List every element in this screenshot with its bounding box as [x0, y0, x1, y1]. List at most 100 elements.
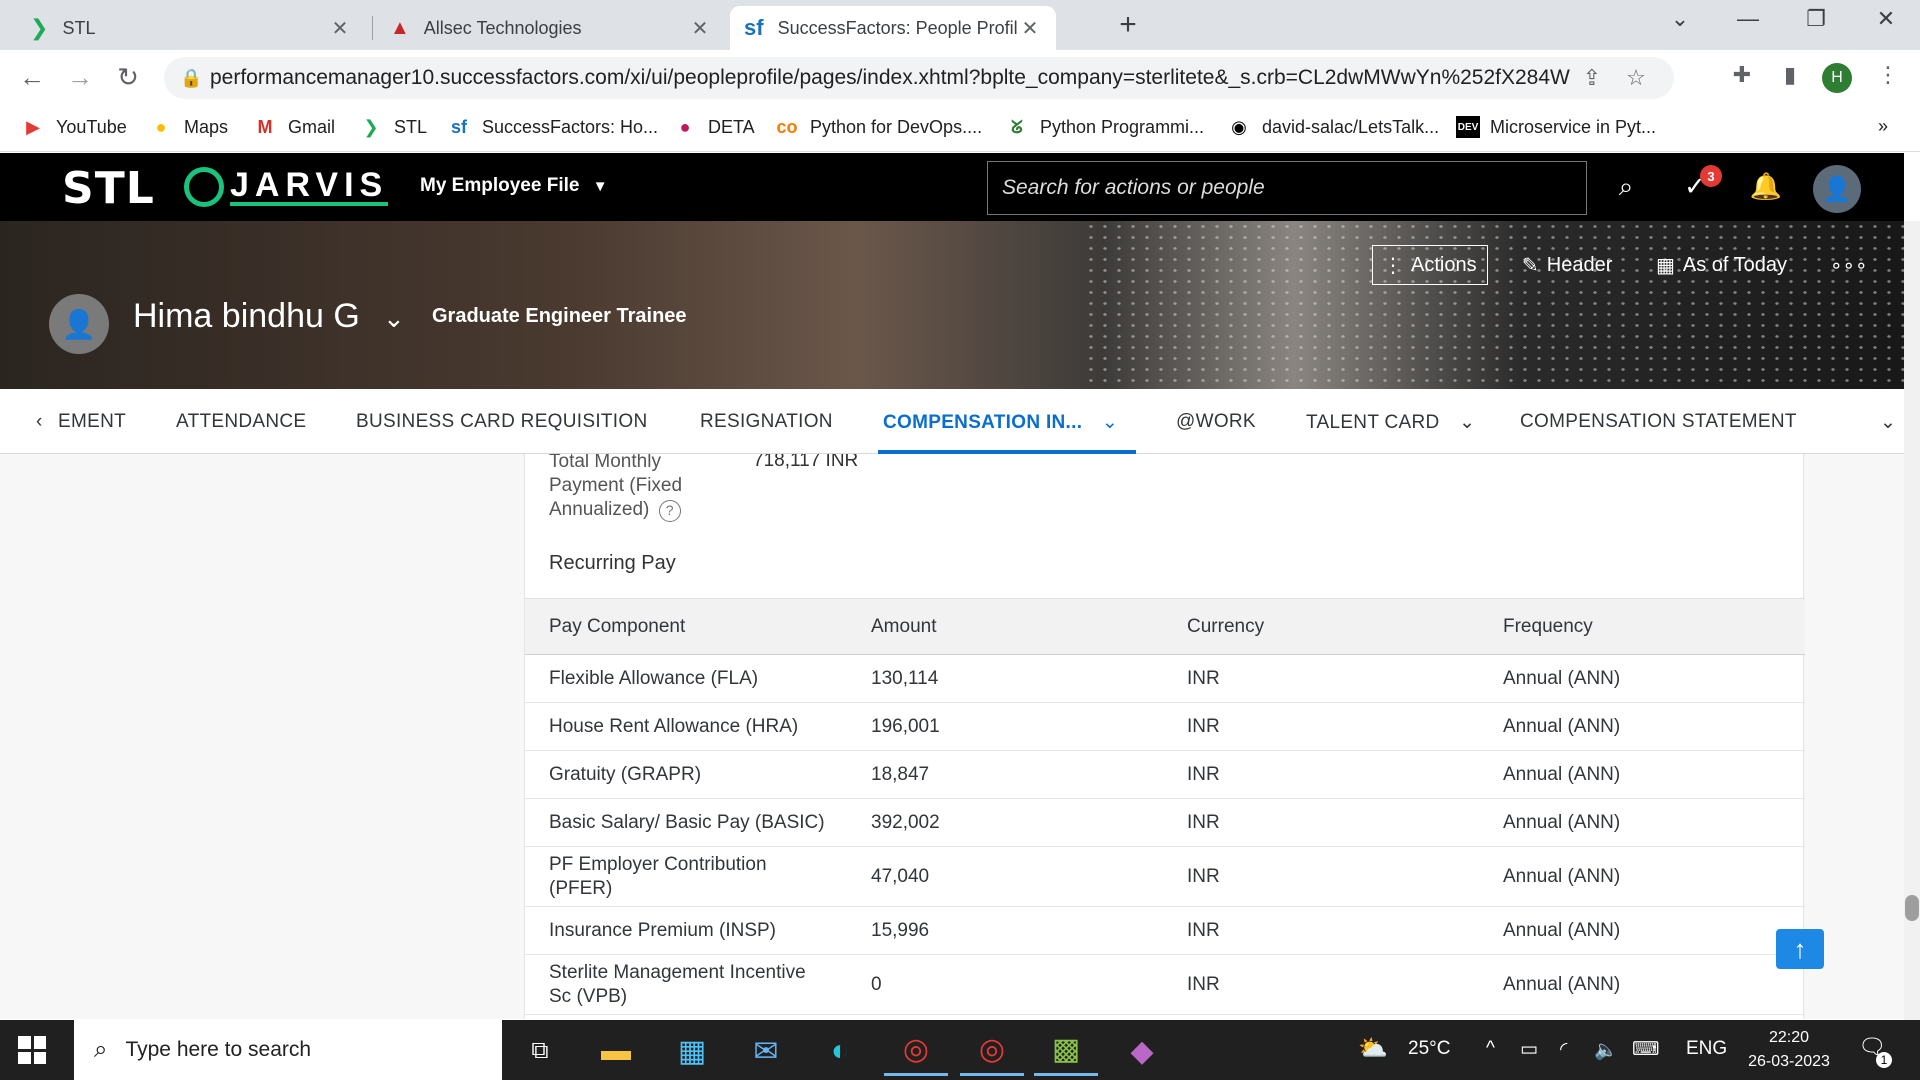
tab-employment[interactable]: EMENT — [58, 411, 126, 433]
minimize-icon[interactable]: — — [1728, 6, 1768, 32]
tab-overflow-chevron-icon[interactable]: ⌄ — [1880, 411, 1896, 434]
tab-label: TALENT CARD — [1306, 412, 1440, 433]
bookmark-stl[interactable]: ❯ STL — [358, 116, 427, 138]
chrome-profile-icon[interactable]: ◎ — [960, 1026, 1024, 1076]
pay-component: Gratuity (GRAPR) — [525, 750, 847, 799]
bookmark-label: STL — [394, 116, 428, 137]
mail-icon[interactable]: ✉ — [734, 1026, 798, 1076]
chevron-down-icon[interactable]: ⌄ — [383, 303, 405, 334]
more-options-icon[interactable]: ∘∘∘ — [1820, 245, 1878, 285]
extensions-icon[interactable]: ✚ — [1724, 62, 1760, 88]
tab-attendance[interactable]: ATTENDANCE — [176, 411, 306, 433]
tab-talent-card[interactable]: TALENT CARD ⌄ — [1306, 411, 1475, 434]
wifi-icon[interactable]: ◜ — [1560, 1038, 1567, 1061]
tab-scroll-left-icon[interactable]: ‹ — [36, 411, 43, 433]
tab-title: STL — [62, 17, 96, 38]
close-icon[interactable]: ✕ — [688, 16, 712, 41]
my-employee-file-menu[interactable]: My Employee File ▼ — [420, 175, 608, 197]
profile-avatar[interactable]: H — [1822, 63, 1852, 93]
bookmarks-overflow-icon[interactable]: » — [1878, 116, 1888, 137]
bell-icon[interactable]: 🔔 — [1748, 171, 1784, 202]
language-indicator[interactable]: ENG — [1686, 1038, 1727, 1060]
forward-icon[interactable]: → — [62, 62, 98, 93]
jarvis-logo[interactable]: JARVIS — [184, 167, 389, 207]
sf-icon: sf — [744, 15, 764, 40]
scroll-to-top-button[interactable]: ↑ — [1776, 929, 1824, 969]
battery-icon[interactable]: ▭ — [1520, 1038, 1538, 1061]
bookmark-gmail[interactable]: M Gmail — [252, 116, 336, 138]
search-icon: ⌕ — [94, 1036, 108, 1063]
tab-business-card-requisition[interactable]: BUSINESS CARD REQUISITION — [356, 411, 648, 433]
browser-toolbar: ← → ↻ 🔒 performancemanager10.successfact… — [0, 50, 1920, 106]
task-view-icon[interactable]: ⧉ — [508, 1026, 572, 1076]
tab-compensation-information[interactable]: COMPENSATION IN... ⌄ — [883, 411, 1118, 434]
actions-button[interactable]: ⋮ Actions — [1372, 245, 1488, 285]
bookmark-microservice[interactable]: DEV Microservice in Pyt... — [1456, 116, 1656, 138]
bookmark-python-programming[interactable]: ᘜ Python Programmi... — [1004, 116, 1204, 138]
table-row: Insurance Premium (INSP) 15,996 INR Annu… — [525, 906, 1805, 955]
browser-tab-allsec[interactable]: ▲ Allsec Technologies ✕ — [376, 6, 726, 50]
back-icon[interactable]: ← — [14, 62, 50, 93]
windows-start-icon[interactable] — [18, 1036, 46, 1064]
taskbar-search-placeholder: Type here to search — [125, 1038, 312, 1061]
git-icon[interactable]: ◆ — [1110, 1026, 1174, 1076]
browser-tab-stl[interactable]: ❯ STL ✕ — [16, 6, 366, 50]
tray-overflow-icon[interactable]: ^ — [1486, 1038, 1495, 1060]
keyboard-icon[interactable]: ⌨ — [1632, 1038, 1659, 1061]
microsoft-store-icon[interactable]: ▦ — [660, 1026, 724, 1076]
maps-pin-icon: ● — [155, 116, 167, 137]
frequency: Annual (ANN) — [1479, 750, 1805, 799]
currency: INR — [1163, 906, 1479, 955]
bookmark-successfactors[interactable]: sf SuccessFactors: Ho... — [446, 116, 658, 138]
taskbar-clock[interactable]: 22:20 26-03-2023 — [1734, 1026, 1844, 1074]
search-icon[interactable]: ⌕ — [1608, 171, 1644, 203]
tab-at-work[interactable]: @WORK — [1176, 411, 1256, 433]
window-close-icon[interactable]: ✕ — [1866, 6, 1906, 32]
address-bar[interactable]: 🔒 performancemanager10.successfactors.co… — [164, 57, 1674, 99]
bookmark-star-icon[interactable]: ☆ — [1614, 65, 1658, 91]
chrome-icon[interactable]: ◎ — [884, 1026, 948, 1076]
new-tab-button[interactable]: + — [1108, 8, 1148, 42]
user-avatar-icon[interactable]: 👤 — [1813, 165, 1861, 213]
tab-search-icon[interactable]: ⌄ — [1660, 6, 1700, 32]
people-search-input[interactable]: Search for actions or people — [987, 161, 1587, 215]
bookmark-github[interactable]: ◉ david-salac/LetsTalk... — [1226, 116, 1439, 138]
page-content: Total Monthly Payment (Fixed Annualized)… — [0, 454, 1904, 1019]
header-edit-button[interactable]: ✎ Header — [1512, 245, 1622, 285]
employee-name[interactable]: Hima bindhu G — [133, 297, 360, 336]
tab-title: Allsec Technologies — [423, 17, 582, 38]
github-icon: ◉ — [1231, 116, 1247, 137]
close-icon[interactable]: ✕ — [328, 16, 352, 41]
edge-icon[interactable]: ◐ — [808, 1026, 872, 1076]
reload-icon[interactable]: ↻ — [110, 62, 146, 93]
caret-down-icon: ▼ — [592, 178, 608, 195]
as-of-today-button[interactable]: ▦ As of Today — [1646, 245, 1797, 285]
side-panel-icon[interactable]: ▮ — [1772, 62, 1808, 88]
bookmark-maps[interactable]: ● Maps — [148, 116, 228, 138]
stl-logo[interactable]: STL — [62, 163, 155, 214]
restore-icon[interactable]: ❐ — [1796, 6, 1836, 32]
url-text[interactable]: performancemanager10.successfactors.com/… — [210, 66, 1570, 90]
file-explorer-icon[interactable]: ▬ — [584, 1026, 648, 1076]
browser-tab-successfactors[interactable]: sf SuccessFactors: People Profile ✕ — [730, 6, 1056, 50]
bookmark-python-devops[interactable]: co Python for DevOps.... — [774, 116, 982, 138]
close-icon[interactable]: ✕ — [1018, 16, 1042, 41]
profile-avatar-icon[interactable]: 👤 — [49, 294, 109, 354]
pay-component: Flexible Allowance (FLA) — [525, 654, 847, 703]
bookmark-deta[interactable]: ● DETA — [672, 116, 755, 138]
share-icon[interactable]: ⇪ — [1570, 65, 1614, 91]
taskbar-search-box[interactable]: ⌕ Type here to search — [74, 1020, 502, 1080]
pay-component: Basic Salary/ Basic Pay (BASIC) — [525, 798, 847, 847]
volume-icon[interactable]: 🔈 — [1594, 1038, 1618, 1062]
scrollbar-thumb[interactable] — [1905, 895, 1919, 921]
pycharm-icon[interactable]: ▩ — [1034, 1026, 1098, 1076]
weather-icon[interactable]: ⛅ — [1358, 1034, 1388, 1063]
windows-taskbar: ⌕ Type here to search ⧉ ▬ ▦ ✉ ◐ ◎ ◎ ▩ ◆ … — [0, 1020, 1920, 1080]
tab-compensation-statement[interactable]: COMPENSATION STATEMENT — [1520, 411, 1797, 433]
help-icon[interactable]: ? — [658, 500, 681, 522]
chrome-menu-icon[interactable]: ⋮ — [1870, 62, 1906, 88]
tab-title: SuccessFactors: People Profile — [777, 17, 1018, 38]
bookmark-youtube[interactable]: ▶ YouTube — [20, 116, 127, 138]
weather-temperature[interactable]: 25°C — [1408, 1038, 1450, 1060]
tab-resignation[interactable]: RESIGNATION — [700, 411, 833, 433]
